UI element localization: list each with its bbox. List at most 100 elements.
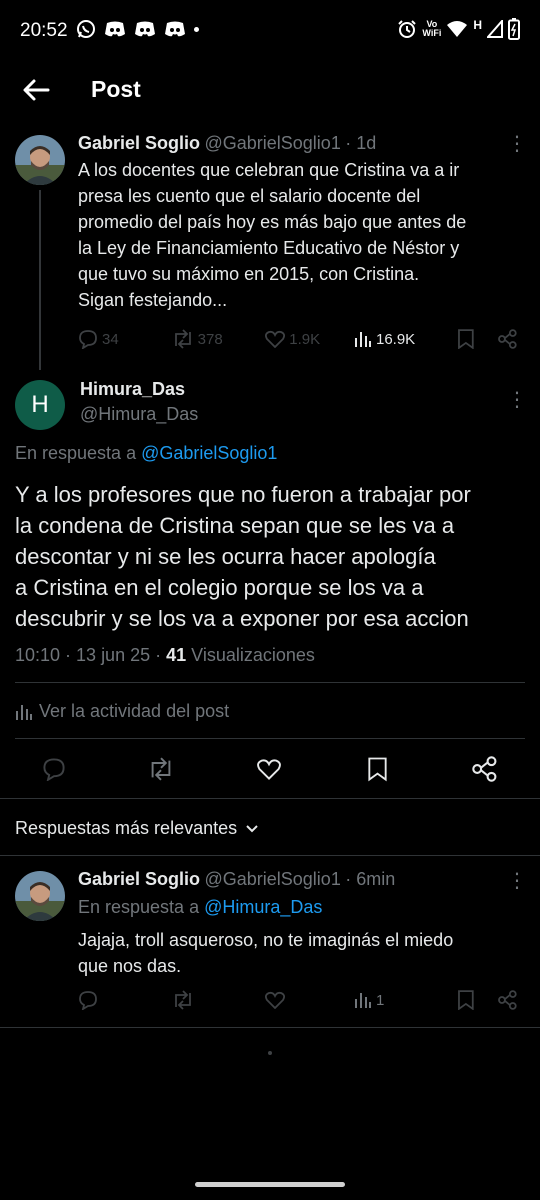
wifi-label: WiFi xyxy=(422,28,442,38)
repost-icon[interactable] xyxy=(147,757,175,781)
bookmark-icon[interactable] xyxy=(457,329,475,349)
divider xyxy=(15,682,525,683)
reply-icon xyxy=(79,991,97,1010)
reply-context: En respuesta a @Himura_Das xyxy=(78,897,322,918)
author-name[interactable]: Gabriel Soglio xyxy=(78,869,200,889)
repost-button[interactable] xyxy=(172,990,266,1010)
views-label: Visualizaciones xyxy=(191,645,315,665)
like-button[interactable] xyxy=(265,991,354,1009)
divider xyxy=(0,1027,540,1028)
avatar[interactable] xyxy=(15,135,65,185)
views-icon xyxy=(354,332,371,347)
h-signal-icon: H xyxy=(473,18,482,32)
reply-prefix: En respuesta a xyxy=(78,897,200,917)
discord-icon xyxy=(105,21,125,37)
notification-icons xyxy=(76,19,199,39)
divider xyxy=(15,738,525,739)
wifi-icon xyxy=(447,21,468,37)
replies-sort-dropdown[interactable]: Respuestas más relevantes xyxy=(15,818,259,839)
bookmark-icon[interactable] xyxy=(367,756,388,782)
share-icon[interactable] xyxy=(472,756,498,782)
divider xyxy=(0,798,540,799)
post-text-line: a Cristina en el colegio porque se los v… xyxy=(15,575,424,600)
post-actions: 34 378 1.9K 16.9K xyxy=(78,329,518,349)
post-text-line: promedio del país hoy es más bajo que an… xyxy=(78,212,467,232)
post-meta: 10:10 · 13 jun 25 · 41 Visualizaciones xyxy=(15,645,315,666)
post-timestamp: 10:10 · 13 jun 25 · xyxy=(15,645,162,665)
loading-dot xyxy=(268,1051,272,1055)
reply-button[interactable]: 34 xyxy=(78,329,172,349)
dot-icon xyxy=(194,26,199,32)
post-actions: 1 xyxy=(78,990,518,1010)
post-text-line: que nos das. xyxy=(78,956,182,976)
views-icon xyxy=(16,704,32,720)
post-text-line: Jajaja, troll asqueroso, no te imaginás … xyxy=(78,930,454,950)
activity-label: Ver la actividad del post xyxy=(39,701,230,721)
reply-icon[interactable] xyxy=(42,757,66,781)
heart-icon[interactable] xyxy=(257,758,281,780)
post-text: A los docentes que celebran que Cristina… xyxy=(78,157,528,313)
avatar[interactable]: H xyxy=(15,380,65,430)
thread-line xyxy=(39,190,41,370)
views-button[interactable]: 16.9K xyxy=(354,330,453,348)
post-time: · 6min xyxy=(345,869,396,889)
post-text-line: descubrir y se los va a exponer por esa … xyxy=(15,606,469,631)
post-text-line: presa les cuento que el salario docente … xyxy=(78,186,421,206)
views-count: 41 xyxy=(166,645,187,665)
post-header: Gabriel Soglio @GabrielSoglio1 · 1d xyxy=(78,133,376,154)
post-text: Y a los profesores que no fueron a traba… xyxy=(15,479,530,634)
reply-button[interactable] xyxy=(78,990,172,1010)
back-arrow-icon[interactable] xyxy=(20,74,52,106)
post-text-line: que tuvo su máximo en 2015, con Cristina… xyxy=(78,264,420,284)
more-options-icon[interactable]: ⋮ xyxy=(507,871,527,891)
bookmark-icon[interactable] xyxy=(457,990,475,1010)
like-count: 1.9K xyxy=(289,330,321,348)
post-time: · 1d xyxy=(345,133,377,153)
author-name[interactable]: Gabriel Soglio xyxy=(78,133,200,153)
avatar[interactable] xyxy=(15,871,65,921)
views-icon xyxy=(354,993,371,1008)
more-options-icon[interactable]: ⋮ xyxy=(507,134,527,154)
signal-icon xyxy=(487,20,503,38)
repost-button[interactable]: 378 xyxy=(172,329,266,349)
heart-icon xyxy=(265,330,286,348)
post-text-line: la condena de Cristina sepan que se les … xyxy=(15,513,455,538)
page-title: Post xyxy=(91,76,141,102)
home-indicator[interactable] xyxy=(195,1182,345,1187)
avatar-letter: H xyxy=(31,391,49,418)
share-icon[interactable] xyxy=(498,329,518,349)
reply-to-link[interactable]: @GabrielSoglio1 xyxy=(141,443,277,463)
reply-prefix: En respuesta a xyxy=(15,443,137,463)
reply-context: En respuesta a @GabrielSoglio1 xyxy=(15,443,277,464)
reply-to-link[interactable]: @Himura_Das xyxy=(204,897,322,917)
divider xyxy=(0,855,540,856)
discord-icon xyxy=(135,21,155,37)
reply-icon xyxy=(79,330,97,349)
vowifi-icon: Vo WiFi xyxy=(422,20,441,38)
alarm-icon xyxy=(398,20,417,38)
post-activity-link[interactable]: Ver la actividad del post xyxy=(15,701,229,722)
heart-icon xyxy=(265,991,286,1009)
battery-icon xyxy=(508,18,520,40)
author-handle[interactable]: @GabrielSoglio1 xyxy=(204,133,340,153)
share-icon[interactable] xyxy=(498,990,518,1010)
post-text-line: descontar y ni se les ocurra hacer apolo… xyxy=(15,544,436,569)
post-text-line: A los docentes que celebran que Cristina… xyxy=(78,160,460,180)
discord-icon xyxy=(165,21,185,37)
system-icons: Vo WiFi H xyxy=(397,18,520,40)
author-handle[interactable]: @GabrielSoglio1 xyxy=(204,869,340,889)
reply-count: 34 xyxy=(102,330,119,348)
post-text-line: la Ley de Financiamiento Educativo de Né… xyxy=(78,238,460,258)
views-button[interactable]: 1 xyxy=(354,991,453,1009)
like-button[interactable]: 1.9K xyxy=(265,330,354,348)
sort-label: Respuestas más relevantes xyxy=(15,818,238,838)
post-text-line: Y a los profesores que no fueron a traba… xyxy=(15,482,471,507)
views-count: 16.9K xyxy=(375,330,416,348)
author-handle[interactable]: @Himura_Das xyxy=(80,404,198,425)
chevron-down-icon xyxy=(246,824,258,832)
status-bar: 20:52 Vo WiFi H xyxy=(0,0,540,62)
author-name[interactable]: Himura_Das xyxy=(80,379,185,400)
more-options-icon[interactable]: ⋮ xyxy=(507,390,527,410)
main-actions xyxy=(0,753,540,785)
post-text: Jajaja, troll asqueroso, no te imaginás … xyxy=(78,927,528,979)
